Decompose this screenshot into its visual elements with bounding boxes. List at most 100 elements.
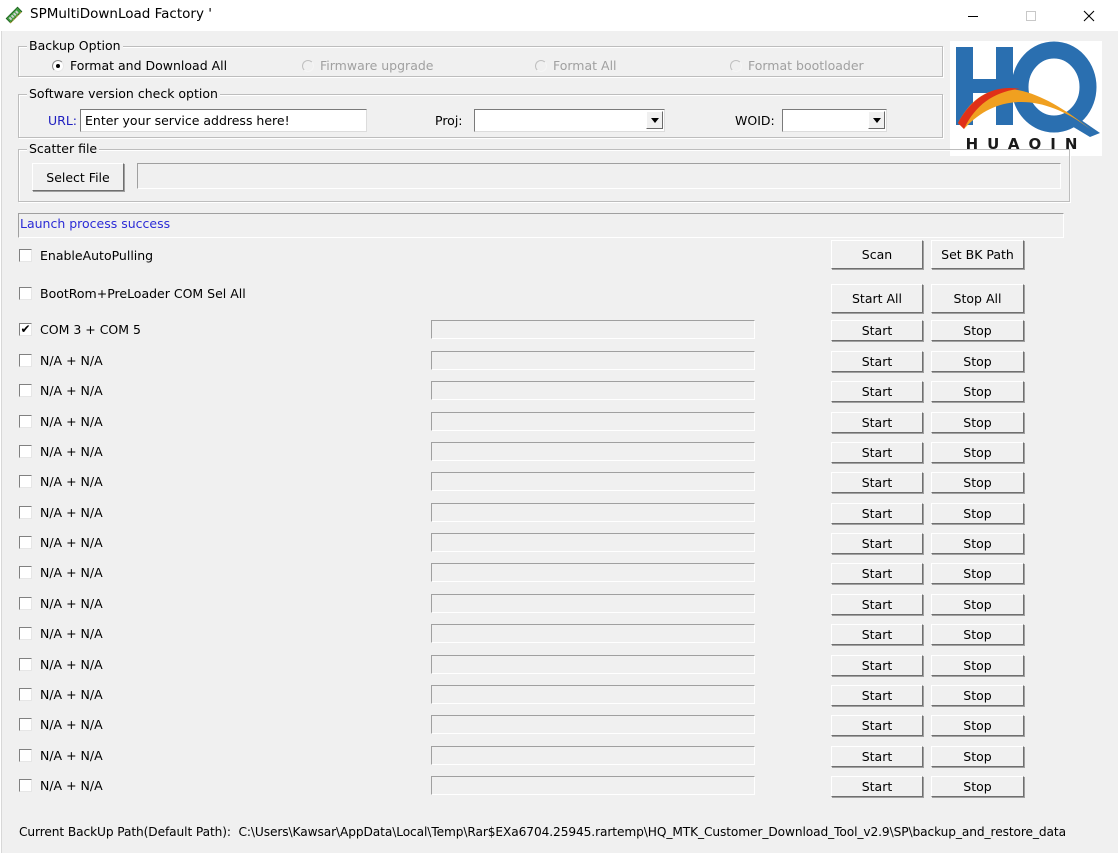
port-start-button[interactable]: Start bbox=[831, 685, 923, 706]
port-label: N/A + N/A bbox=[40, 535, 103, 550]
port-start-button[interactable]: Start bbox=[831, 351, 923, 372]
status-message: Launch process success bbox=[20, 216, 171, 231]
port-start-button[interactable]: Start bbox=[831, 655, 923, 676]
port-label: N/A + N/A bbox=[40, 657, 103, 672]
port-checkbox[interactable]: N/A + N/A bbox=[19, 353, 103, 368]
checkbox-indicator bbox=[19, 475, 32, 488]
backup-path-label: Current BackUp Path(Default Path): bbox=[19, 825, 231, 839]
woid-select[interactable] bbox=[782, 109, 887, 132]
port-stop-button[interactable]: Stop bbox=[931, 563, 1024, 584]
port-checkbox[interactable]: N/A + N/A bbox=[19, 687, 103, 702]
proj-select[interactable] bbox=[474, 109, 665, 132]
select-file-button[interactable]: Select File bbox=[32, 163, 124, 191]
port-stop-button[interactable]: Stop bbox=[931, 594, 1024, 615]
url-input[interactable]: Enter your service address here! bbox=[80, 109, 367, 132]
port-progress-bar bbox=[431, 472, 755, 491]
port-start-button[interactable]: Start bbox=[831, 563, 923, 584]
port-checkbox[interactable]: N/A + N/A bbox=[19, 414, 103, 429]
port-checkbox[interactable]: N/A + N/A bbox=[19, 596, 103, 611]
port-start-button[interactable]: Start bbox=[831, 412, 923, 433]
radio-indicator bbox=[730, 59, 742, 72]
close-button[interactable] bbox=[1066, 0, 1112, 31]
minimize-button[interactable] bbox=[950, 0, 996, 31]
port-progress-bar bbox=[431, 533, 755, 552]
radio-firmware-upgrade[interactable]: Firmware upgrade bbox=[302, 58, 433, 73]
port-label: N/A + N/A bbox=[40, 596, 103, 611]
port-label: N/A + N/A bbox=[40, 687, 103, 702]
port-label: N/A + N/A bbox=[40, 748, 103, 763]
port-progress-bar bbox=[431, 776, 755, 795]
port-label: N/A + N/A bbox=[40, 444, 103, 459]
radio-indicator bbox=[535, 59, 547, 72]
port-checkbox[interactable]: N/A + N/A bbox=[19, 444, 103, 459]
port-stop-button[interactable]: Stop bbox=[931, 351, 1024, 372]
port-stop-button[interactable]: Stop bbox=[931, 442, 1024, 463]
port-stop-button[interactable]: Stop bbox=[931, 776, 1024, 797]
status-bar: Launch process success bbox=[18, 213, 1064, 238]
scan-button[interactable]: Scan bbox=[831, 240, 923, 269]
checkbox-indicator bbox=[19, 354, 32, 367]
port-checkbox[interactable]: N/A + N/A bbox=[19, 383, 103, 398]
port-stop-button[interactable]: Stop bbox=[931, 320, 1024, 341]
port-stop-button[interactable]: Stop bbox=[931, 746, 1024, 767]
stop-all-button[interactable]: Stop All bbox=[931, 284, 1024, 313]
maximize-icon bbox=[1026, 10, 1036, 21]
port-progress-bar bbox=[431, 412, 755, 431]
port-checkbox[interactable]: N/A + N/A bbox=[19, 657, 103, 672]
port-start-button[interactable]: Start bbox=[831, 320, 923, 341]
port-start-button[interactable]: Start bbox=[831, 594, 923, 615]
com-sel-all-checkbox[interactable]: BootRom+PreLoader COM Sel All bbox=[19, 286, 246, 301]
checkbox-label: EnableAutoPulling bbox=[40, 248, 154, 263]
port-start-button[interactable]: Start bbox=[831, 624, 923, 645]
port-start-button[interactable]: Start bbox=[831, 442, 923, 463]
scatter-path-field[interactable] bbox=[137, 163, 1061, 189]
port-start-button[interactable]: Start bbox=[831, 533, 923, 554]
proj-label: Proj: bbox=[435, 113, 463, 128]
enable-auto-pulling-checkbox[interactable]: EnableAutoPulling bbox=[19, 248, 153, 263]
chevron-down-icon[interactable] bbox=[868, 111, 885, 129]
minimize-icon bbox=[968, 15, 978, 17]
port-start-button[interactable]: Start bbox=[831, 715, 923, 736]
port-label: N/A + N/A bbox=[40, 474, 103, 489]
port-checkbox[interactable]: N/A + N/A bbox=[19, 748, 103, 763]
port-start-button[interactable]: Start bbox=[831, 381, 923, 402]
radio-format-download-all[interactable]: Format and Download All bbox=[52, 58, 227, 73]
maximize-button[interactable] bbox=[1008, 0, 1054, 31]
port-checkbox[interactable]: N/A + N/A bbox=[19, 778, 103, 793]
port-stop-button[interactable]: Stop bbox=[931, 533, 1024, 554]
port-checkbox[interactable]: ✔ COM 3 + COM 5 bbox=[19, 322, 141, 337]
port-checkbox[interactable]: N/A + N/A bbox=[19, 505, 103, 520]
port-stop-button[interactable]: Stop bbox=[931, 381, 1024, 402]
port-checkbox[interactable]: N/A + N/A bbox=[19, 626, 103, 641]
port-start-button[interactable]: Start bbox=[831, 746, 923, 767]
set-bk-path-button[interactable]: Set BK Path bbox=[931, 240, 1024, 269]
checkbox-indicator bbox=[19, 506, 32, 519]
port-stop-button[interactable]: Stop bbox=[931, 624, 1024, 645]
port-start-button[interactable]: Start bbox=[831, 776, 923, 797]
port-checkbox[interactable]: N/A + N/A bbox=[19, 474, 103, 489]
port-stop-button[interactable]: Stop bbox=[931, 655, 1024, 676]
port-start-button[interactable]: Start bbox=[831, 503, 923, 524]
port-stop-button[interactable]: Stop bbox=[931, 412, 1024, 433]
port-stop-button[interactable]: Stop bbox=[931, 503, 1024, 524]
port-start-button[interactable]: Start bbox=[831, 472, 923, 493]
port-checkbox[interactable]: N/A + N/A bbox=[19, 565, 103, 580]
port-progress-bar bbox=[431, 351, 755, 370]
port-progress-bar bbox=[431, 746, 755, 765]
port-stop-button[interactable]: Stop bbox=[931, 685, 1024, 706]
radio-label: Format bootloader bbox=[748, 58, 864, 73]
radio-format-all[interactable]: Format All bbox=[535, 58, 617, 73]
port-stop-button[interactable]: Stop bbox=[931, 715, 1024, 736]
checkbox-indicator bbox=[19, 384, 32, 397]
chevron-down-icon[interactable] bbox=[646, 111, 663, 129]
start-all-button[interactable]: Start All bbox=[831, 284, 923, 313]
radio-format-bootloader[interactable]: Format bootloader bbox=[730, 58, 864, 73]
port-stop-button[interactable]: Stop bbox=[931, 472, 1024, 493]
version-check-legend: Software version check option bbox=[27, 86, 220, 101]
port-checkbox[interactable]: N/A + N/A bbox=[19, 717, 103, 732]
title-bar: SPMultiDownLoad Factory ' bbox=[0, 0, 1120, 31]
checkbox-indicator bbox=[19, 415, 32, 428]
port-label: N/A + N/A bbox=[40, 353, 103, 368]
port-checkbox[interactable]: N/A + N/A bbox=[19, 535, 103, 550]
checkbox-indicator bbox=[19, 779, 32, 792]
